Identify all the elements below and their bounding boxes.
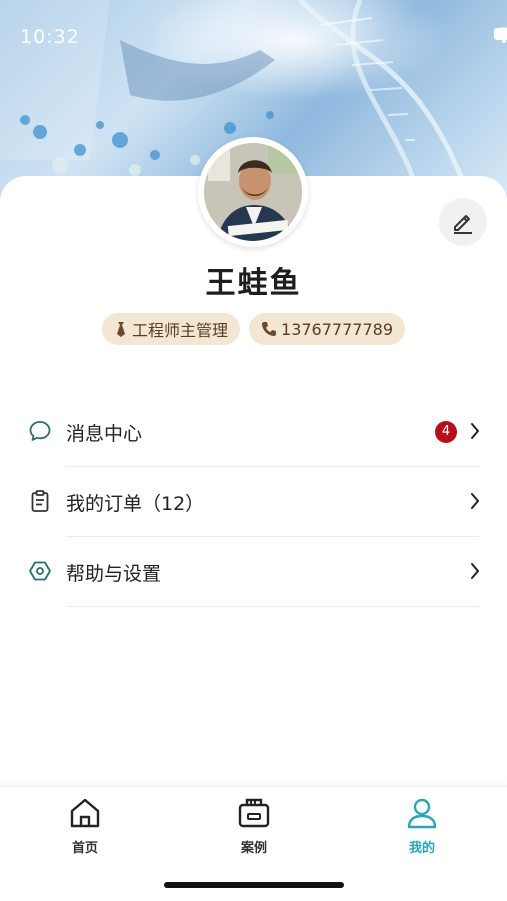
home-indicator	[164, 882, 344, 888]
tab-home[interactable]: 首页	[25, 797, 145, 856]
status-time: 10:32	[20, 26, 80, 48]
phone-icon	[262, 322, 277, 336]
phone-tag-label: 13767777789	[281, 319, 393, 339]
phone-tag[interactable]: 13767777789	[249, 313, 405, 345]
pencil-icon	[454, 215, 472, 234]
tab-label: 首页	[71, 841, 98, 856]
tab-label: 案例	[240, 841, 267, 856]
case-icon	[238, 798, 270, 828]
menu-list: 消息中心 4 我的订单（12） 帮助与设置	[0, 397, 507, 607]
user-name: 王蛙鱼	[205, 266, 302, 301]
unread-count-badge: 4	[435, 421, 457, 443]
role-tag-label: 工程师主管理	[132, 321, 229, 340]
menu-item-help-settings[interactable]: 帮助与设置	[0, 537, 507, 607]
hexagon-settings-icon	[29, 561, 51, 581]
edit-profile-button[interactable]	[439, 198, 487, 246]
avatar-photo	[200, 139, 306, 245]
menu-item-label: 消息中心	[66, 423, 143, 445]
tie-icon	[117, 322, 125, 337]
avatar[interactable]	[198, 137, 308, 247]
tab-cases[interactable]: 案例	[194, 797, 314, 856]
battery-icon	[494, 28, 507, 40]
tab-mine[interactable]: 我的	[362, 797, 482, 856]
menu-item-label: 帮助与设置	[66, 563, 162, 585]
chat-bubble-icon	[29, 421, 51, 441]
role-tag: 工程师主管理	[102, 313, 241, 345]
chevron-right-icon	[471, 493, 479, 509]
chevron-right-icon	[471, 423, 479, 439]
divider	[66, 606, 479, 607]
menu-item-orders[interactable]: 我的订单（12）	[0, 467, 507, 537]
home-icon	[70, 798, 100, 828]
chevron-right-icon	[471, 563, 479, 579]
tab-label: 我的	[408, 841, 435, 856]
profile-tags: 工程师主管理 13767777789	[0, 313, 507, 345]
user-icon	[407, 798, 437, 829]
clipboard-icon	[31, 490, 49, 512]
menu-item-messages[interactable]: 消息中心 4	[0, 397, 507, 467]
menu-item-label: 我的订单（12）	[66, 493, 205, 515]
